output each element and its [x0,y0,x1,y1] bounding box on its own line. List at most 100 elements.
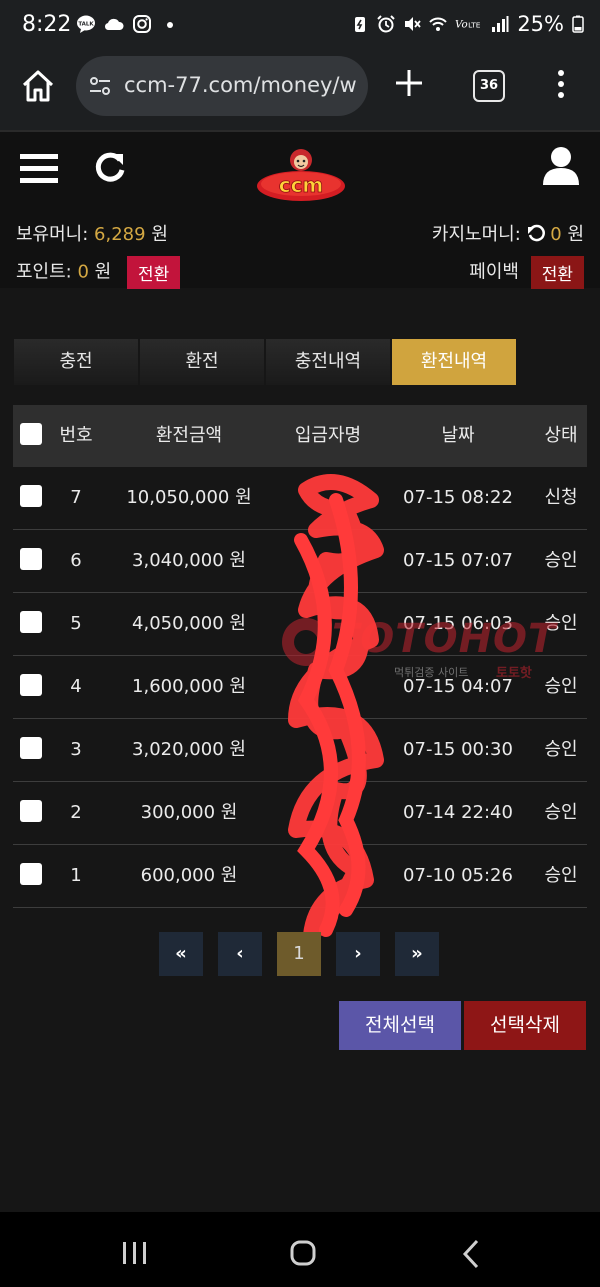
row-checkbox[interactable] [20,548,42,570]
tab-switcher-button[interactable]: 36 [473,70,505,102]
payback: 페이백 전환 [469,256,584,289]
url-text[interactable]: ccm-77.com/money/wi [124,73,358,97]
row-status: 신청 [544,487,578,508]
row-amount: 1,600,000 원 [132,676,246,697]
row-depositor [265,719,391,781]
site-settings-icon[interactable] [88,74,112,98]
points-currency: 원 [94,261,112,283]
dot-icon [167,22,173,28]
holding-money-value: 6,289 [94,224,146,245]
header-number: 번호 [59,425,93,446]
payback-label: 페이백 [469,261,519,283]
delete-selected-button[interactable]: 선택삭제 [464,1001,586,1050]
volte-icon: Vo LTE [455,19,481,31]
row-date: 07-14 22:40 [403,802,513,823]
tab-withdraw-history[interactable]: 환전내역 [392,339,516,385]
row-depositor [265,845,391,907]
more-menu-icon[interactable] [553,68,569,100]
row-amount: 4,050,000 원 [132,613,246,634]
row-checkbox[interactable] [20,800,42,822]
system-icons: Vo LTE 25% [351,12,584,36]
pagination: « ‹ 1 › » [159,932,439,976]
select-all-button[interactable]: 전체선택 [339,1001,461,1050]
cloud-icon [104,18,124,31]
header-depositor: 입금자명 [294,425,362,446]
address-bar[interactable]: ccm-77.com/money/wi [76,56,368,116]
user-account-icon[interactable] [542,146,580,186]
svg-text:ccm: ccm [279,173,324,197]
row-status: 승인 [544,550,578,571]
battery-saver-icon [355,17,366,32]
row-checkbox[interactable] [20,485,42,507]
row-amount: 600,000 원 [140,865,238,886]
row-number: 6 [70,550,82,571]
points-label: 포인트: [16,261,72,283]
payback-convert-button[interactable]: 전환 [530,256,584,289]
row-depositor [265,467,391,529]
casino-money-currency: 원 [567,224,584,245]
holding-money-label: 보유머니: [16,224,89,245]
row-checkbox[interactable] [20,737,42,759]
new-tab-icon[interactable] [392,66,426,100]
recent-apps-icon[interactable] [121,1240,149,1266]
svg-text:TALK: TALK [78,22,94,28]
holding-money: 보유머니: 6,289 원 [16,220,168,246]
row-status: 승인 [544,739,578,760]
watermark-brand: TOTOHOT [332,616,557,662]
row-amount: 3,020,000 원 [132,739,246,760]
row-amount: 300,000 원 [140,802,238,823]
row-date: 07-15 08:22 [403,487,513,508]
first-page-button[interactable]: « [159,932,203,976]
money-tabs: 충전 환전 충전내역 환전내역 [14,339,516,385]
casino-refresh-icon[interactable] [527,224,545,242]
refresh-icon[interactable] [92,150,128,186]
hamburger-menu-icon[interactable] [20,152,58,186]
table-row: 2 300,000 원 07-14 22:40 승인 [13,782,587,845]
status-time: 8:22 [22,12,72,37]
next-page-button[interactable]: › [336,932,380,976]
last-page-button[interactable]: » [395,932,439,976]
home-icon[interactable] [20,68,56,104]
table-row: 3 3,020,000 원 07-15 00:30 승인 [13,719,587,782]
points-convert-button[interactable]: 전환 [126,256,181,289]
prev-page-button[interactable]: ‹ [218,932,262,976]
notification-icons: TALK [76,14,180,34]
system-nav-bar [0,1212,600,1287]
holding-money-currency: 원 [151,224,168,245]
browser-toolbar: ccm-77.com/money/wi 36 [0,54,600,130]
row-amount: 3,040,000 원 [132,550,246,571]
row-checkbox[interactable] [20,611,42,633]
alarm-icon [377,15,396,33]
row-checkbox[interactable] [20,674,42,696]
select-all-checkbox[interactable] [20,423,42,445]
row-number: 3 [70,739,82,760]
row-status: 승인 [544,865,578,886]
casino-money-value: 0 [550,224,562,245]
row-number: 5 [70,613,82,634]
tab-deposit-history[interactable]: 충전내역 [266,339,390,385]
table-header: 번호 환전금액 입금자명 날짜 상태 [13,405,587,467]
casino-money: 카지노머니: 0 원 [432,220,584,246]
tab-deposit[interactable]: 충전 [14,339,138,385]
casino-money-label: 카지노머니: [431,224,521,245]
row-date: 07-10 05:26 [403,865,513,886]
tab-withdraw[interactable]: 환전 [140,339,264,385]
site-logo[interactable]: ccm [254,142,348,206]
watermark-logo-icon [282,618,330,666]
row-number: 2 [70,802,82,823]
back-button-icon[interactable] [460,1238,482,1270]
current-page-button[interactable]: 1 [277,932,321,976]
row-depositor [265,530,391,592]
header-amount: 환전금액 [155,425,223,446]
wifi-icon [429,17,448,31]
row-date: 07-15 07:07 [403,550,513,571]
row-status: 승인 [544,802,578,823]
home-button-icon[interactable] [289,1239,317,1267]
points: 포인트: 0 원 전환 [16,256,181,289]
row-depositor [265,782,391,844]
watermark: TOTOHOT 먹튀검증 사이트 토토핫 [276,610,596,682]
header-date: 날짜 [441,425,475,446]
row-number: 7 [70,487,82,508]
watermark-tagline: 먹튀검증 사이트 [394,666,469,679]
row-checkbox[interactable] [20,863,42,885]
